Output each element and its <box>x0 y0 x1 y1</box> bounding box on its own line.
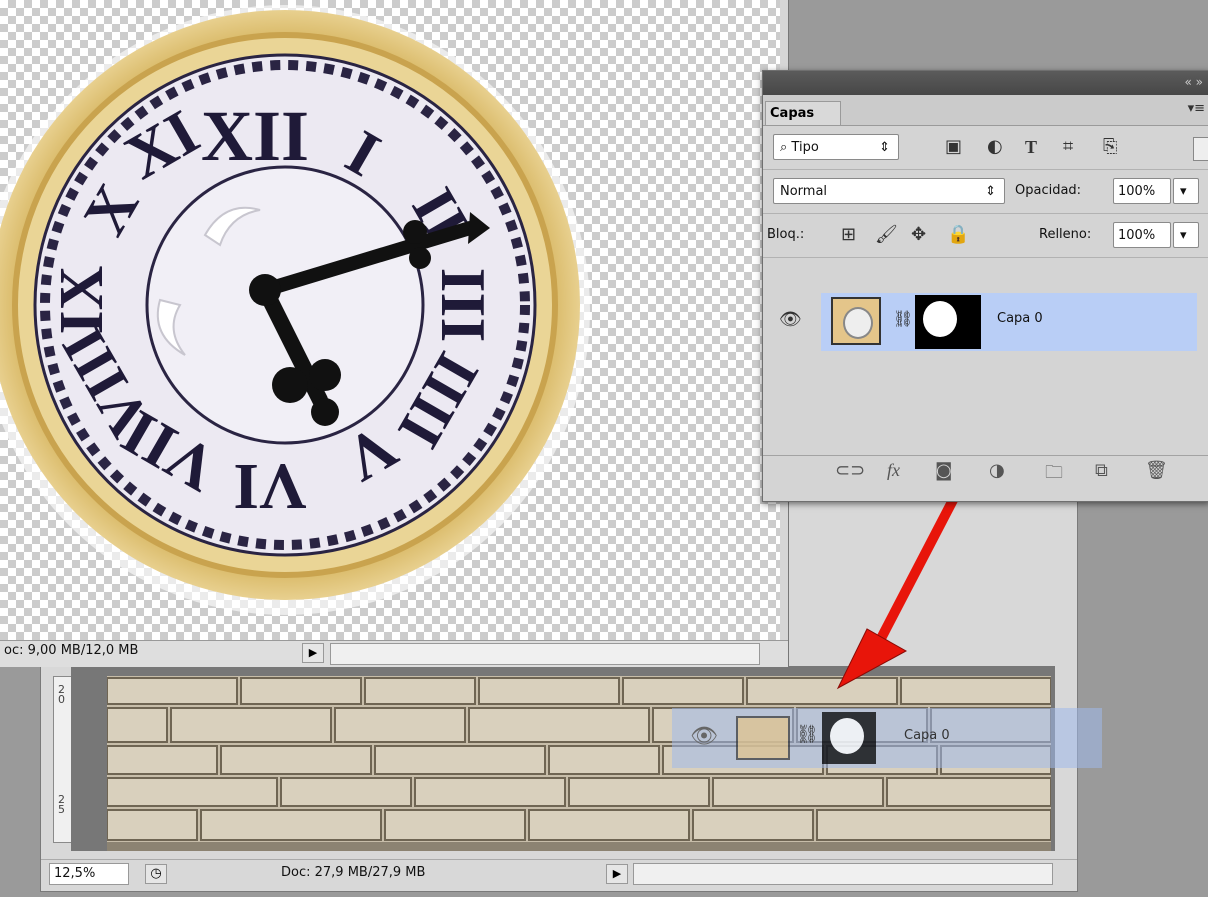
opacity-label: Opacidad: <box>1015 183 1082 198</box>
clock-canvas[interactable]: XII I II III IIII V VI VII VIII IX X XI <box>0 0 780 640</box>
layer-mask-thumbnail <box>822 712 876 764</box>
lock-move-icon[interactable]: ✥ <box>911 222 926 248</box>
layer-name[interactable]: Capa 0 <box>997 311 1043 326</box>
front-document-window: XII I II III IIII V VI VII VIII IX X XI <box>0 0 789 667</box>
opacity-dropdown-arrow-icon[interactable]: ▾ <box>1173 178 1199 204</box>
vertical-ruler: 2 0 2 5 <box>53 676 73 843</box>
status-menu-arrow-icon[interactable]: ▶ <box>606 864 628 884</box>
front-status-bar: oc: 9,00 MB/12,0 MB ▶ <box>0 640 788 667</box>
select-arrows-icon: ⇕ <box>985 184 996 199</box>
tab-capas[interactable]: Capas <box>765 101 841 125</box>
layer-row-capa-0[interactable]: ⛓ Capa 0 <box>821 293 1197 351</box>
layer-visibility-toggle[interactable]: 👁 <box>765 293 819 351</box>
shape-filter-icon[interactable]: ⌗ <box>1063 134 1073 160</box>
collapse-panel-icon[interactable]: « » <box>1185 75 1204 89</box>
filter-type-select[interactable]: ⌕ Tipo ⇕ <box>773 134 899 160</box>
filter-row: ⌕ Tipo ⇕ ▣ ◐ T ⌗ ⎘ <box>763 125 1208 170</box>
status-menu-arrow-icon[interactable]: ▶ <box>302 643 324 663</box>
opacity-input[interactable]: 100% <box>1113 178 1171 204</box>
filter-toggle-switch[interactable] <box>1193 137 1208 161</box>
add-mask-icon[interactable]: ◙ <box>935 460 952 481</box>
lock-label: Bloq.: <box>767 227 805 242</box>
panel-tab-bar: Capas ▾≡ <box>763 95 1208 126</box>
fill-input[interactable]: 100% <box>1113 222 1171 248</box>
lock-all-icon[interactable]: 🔒 <box>947 222 969 248</box>
panel-menu-icon[interactable]: ▾≡ <box>1188 101 1205 116</box>
trash-icon[interactable]: 🗑 <box>1145 460 1168 481</box>
horizontal-scrollbar[interactable] <box>633 863 1053 885</box>
dragged-layer-ghost: 👁 ⛓ Capa 0 <box>672 708 1102 768</box>
doc-size-readout: oc: 9,00 MB/12,0 MB <box>4 643 139 658</box>
eye-icon: 👁 <box>779 309 802 330</box>
back-status-bar: 12,5% ◷ Doc: 27,9 MB/27,9 MB ▶ <box>41 859 1077 890</box>
type-filter-icon[interactable]: T <box>1025 134 1037 160</box>
chain-link-icon[interactable]: ⛓ <box>893 309 913 328</box>
lock-paint-icon[interactable]: 🖌 <box>875 222 898 248</box>
blend-mode-value: Normal <box>780 184 828 199</box>
eye-icon: 👁 <box>690 724 718 749</box>
fx-icon[interactable]: fx <box>887 460 900 481</box>
image-filter-icon[interactable]: ▣ <box>945 134 962 160</box>
timer-icon[interactable]: ◷ <box>145 864 167 884</box>
search-icon: ⌕ <box>780 140 788 155</box>
lock-row: Bloq.: ⊞ 🖌 ✥ 🔒 Relleno: 100% ▾ <box>763 213 1208 258</box>
svg-text:VI: VI <box>233 450 306 523</box>
svg-text:III: III <box>428 268 499 343</box>
layer-name: Capa 0 <box>904 728 950 743</box>
layer-mask-thumbnail[interactable] <box>915 295 981 349</box>
panel-title-bar[interactable]: « » <box>763 71 1208 95</box>
svg-text:XII: XII <box>201 96 309 176</box>
blend-row: Normal ⇕ Opacidad: 100% ▾ <box>763 169 1208 214</box>
blend-mode-select[interactable]: Normal ⇕ <box>773 178 1005 204</box>
adjustment-filter-icon[interactable]: ◐ <box>987 134 1003 160</box>
layer-thumbnail[interactable] <box>831 297 881 345</box>
fill-label: Relleno: <box>1039 227 1092 242</box>
new-layer-icon[interactable]: ⧉ <box>1095 460 1108 481</box>
svg-text:IX: IX <box>48 265 116 334</box>
clock-image: XII I II III IIII V VI VII VIII IX X XI <box>0 5 590 615</box>
new-adjustment-icon[interactable]: ◑ <box>989 460 1005 481</box>
lock-transparent-icon[interactable]: ⊞ <box>841 222 856 248</box>
layer-thumbnail <box>736 716 790 760</box>
panel-bottom-toolbar: ⊂⊃ fx ◙ ◑ 🗀 ⧉ 🗑 <box>763 455 1208 490</box>
new-group-folder-icon[interactable]: 🗀 <box>1045 460 1063 490</box>
horizontal-scrollbar[interactable] <box>330 643 760 665</box>
select-arrows-icon: ⇕ <box>879 140 890 155</box>
layers-panel: « » Capas ▾≡ ⌕ Tipo ⇕ ▣ ◐ T ⌗ ⎘ Normal ⇕… <box>762 70 1208 502</box>
fill-dropdown-arrow-icon[interactable]: ▾ <box>1173 222 1199 248</box>
smart-object-filter-icon[interactable]: ⎘ <box>1103 134 1117 160</box>
chain-link-icon: ⛓ <box>796 724 819 745</box>
filter-type-label: Tipo <box>791 140 819 155</box>
zoom-field[interactable]: 12,5% <box>49 863 129 885</box>
link-layers-icon[interactable]: ⊂⊃ <box>835 460 865 481</box>
